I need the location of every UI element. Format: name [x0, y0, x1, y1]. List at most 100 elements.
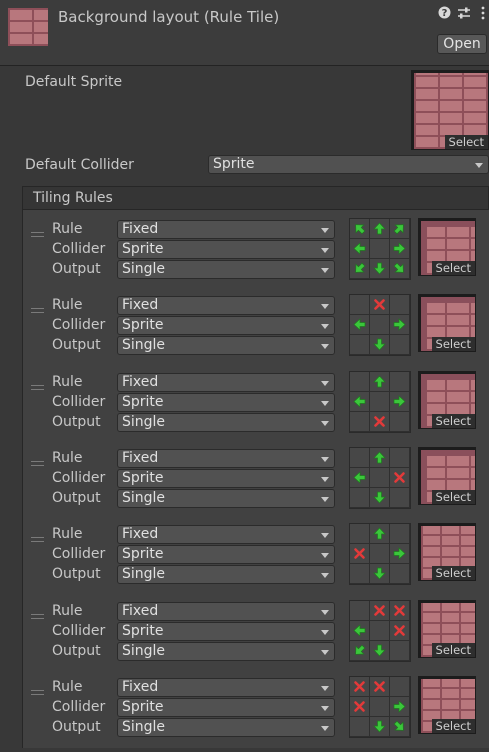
output-sprite-field[interactable]: Select — [418, 523, 476, 582]
collider-dropdown[interactable]: Sprite — [117, 545, 335, 565]
neighbor-cell[interactable] — [390, 544, 410, 565]
collider-dropdown[interactable]: Sprite — [117, 697, 335, 717]
neighbor-cell[interactable] — [350, 524, 370, 545]
select-label[interactable]: Select — [431, 337, 475, 352]
neighbor-cell[interactable] — [370, 335, 390, 356]
neighbor-cell[interactable] — [350, 239, 370, 259]
collider-dropdown[interactable]: Sprite — [117, 240, 335, 259]
neighbor-cell[interactable] — [390, 391, 410, 412]
neighbor-cell[interactable] — [390, 620, 410, 641]
neighbor-cell[interactable] — [370, 371, 390, 392]
neighbor-cell[interactable] — [350, 487, 370, 508]
neighbor-cell[interactable] — [350, 295, 370, 316]
neighbor-cell[interactable] — [350, 620, 370, 641]
neighbor-cell[interactable] — [390, 219, 410, 239]
neighbor-cell[interactable] — [350, 716, 370, 737]
neighbor-cell[interactable] — [390, 676, 410, 697]
output-sprite-field[interactable]: Select — [418, 446, 476, 505]
tiling-rules-header[interactable]: Tiling Rules — [22, 186, 489, 210]
drag-handle-icon[interactable] — [31, 613, 44, 619]
drag-handle-icon[interactable] — [31, 232, 44, 237]
neighbor-cell[interactable] — [370, 640, 390, 661]
drag-handle-icon[interactable] — [31, 460, 44, 466]
neighbor-cell[interactable] — [350, 259, 370, 279]
collider-dropdown[interactable]: Sprite — [117, 316, 335, 336]
default-collider-dropdown[interactable]: Sprite — [208, 155, 489, 174]
collider-dropdown[interactable]: Sprite — [117, 621, 335, 641]
drag-handle-icon[interactable] — [31, 308, 44, 314]
neighbor-cell[interactable] — [370, 716, 390, 737]
neighbor-cell[interactable] — [350, 315, 370, 336]
rule-dropdown[interactable]: Fixed — [117, 601, 335, 621]
collider-dropdown[interactable]: Sprite — [117, 468, 335, 488]
select-label[interactable]: Select — [431, 566, 475, 581]
neighbor-cell[interactable] — [350, 544, 370, 565]
output-sprite-field[interactable]: Select — [418, 370, 476, 429]
neighbor-cell[interactable] — [370, 295, 390, 316]
drag-handle-icon[interactable] — [31, 537, 44, 543]
rule-dropdown[interactable]: Fixed — [117, 525, 335, 545]
select-label[interactable]: Select — [431, 489, 475, 504]
rule-dropdown[interactable]: Fixed — [117, 296, 335, 316]
output-dropdown[interactable]: Single — [117, 412, 335, 432]
output-dropdown[interactable]: Single — [117, 488, 335, 508]
neighbor-cell[interactable] — [390, 600, 410, 621]
neighbor-cell[interactable] — [390, 295, 410, 316]
neighbor-cell[interactable] — [350, 640, 370, 661]
output-dropdown[interactable]: Single — [117, 641, 335, 661]
neighbor-cell[interactable] — [370, 564, 390, 585]
neighbor-cell[interactable] — [390, 524, 410, 545]
neighbor-cell[interactable] — [390, 716, 410, 737]
output-sprite-field[interactable]: Select — [418, 294, 476, 353]
output-sprite-field[interactable]: Select — [418, 218, 476, 276]
rule-dropdown[interactable]: Fixed — [117, 372, 335, 392]
select-label[interactable]: Select — [431, 642, 475, 657]
select-label[interactable]: Select — [444, 135, 488, 149]
select-label[interactable]: Select — [431, 261, 475, 275]
neighbor-cell[interactable] — [350, 696, 370, 717]
preset-sliders-icon[interactable] — [457, 6, 471, 24]
output-dropdown[interactable]: Single — [117, 336, 335, 356]
neighbor-cell[interactable] — [390, 564, 410, 585]
drag-handle-icon[interactable] — [31, 689, 44, 695]
neighbor-cell[interactable] — [350, 600, 370, 621]
help-icon[interactable]: ? — [438, 6, 451, 23]
neighbor-cell[interactable] — [370, 600, 390, 621]
neighbor-cell[interactable] — [350, 335, 370, 356]
select-label[interactable]: Select — [431, 413, 475, 428]
neighbor-cell[interactable] — [370, 219, 390, 239]
neighbor-cell[interactable] — [390, 411, 410, 432]
neighbor-cell[interactable] — [390, 487, 410, 508]
neighbor-cell[interactable] — [350, 676, 370, 697]
neighbor-cell[interactable] — [390, 447, 410, 468]
neighbor-cell[interactable] — [350, 219, 370, 239]
neighbor-cell[interactable] — [390, 315, 410, 336]
rule-dropdown[interactable]: Fixed — [117, 677, 335, 697]
open-button[interactable]: Open — [437, 34, 487, 54]
neighbor-cell[interactable] — [350, 564, 370, 585]
neighbor-cell[interactable] — [370, 524, 390, 545]
neighbor-cell[interactable] — [390, 335, 410, 356]
default-sprite-field[interactable]: Select — [411, 70, 489, 150]
drag-handle-icon[interactable] — [31, 384, 44, 390]
kebab-menu-icon[interactable] — [480, 6, 486, 24]
neighbor-cell[interactable] — [390, 239, 410, 259]
select-label[interactable]: Select — [431, 718, 475, 733]
neighbor-cell[interactable] — [350, 447, 370, 468]
neighbor-cell[interactable] — [390, 371, 410, 392]
neighbor-cell[interactable] — [370, 411, 390, 432]
neighbor-cell[interactable] — [350, 411, 370, 432]
neighbor-cell[interactable] — [350, 467, 370, 488]
neighbor-cell[interactable] — [350, 371, 370, 392]
rule-dropdown[interactable]: Fixed — [117, 448, 335, 468]
rule-dropdown[interactable]: Fixed — [117, 220, 335, 239]
collider-dropdown[interactable]: Sprite — [117, 392, 335, 412]
neighbor-cell[interactable] — [390, 640, 410, 661]
output-dropdown[interactable]: Single — [117, 260, 335, 279]
neighbor-cell[interactable] — [370, 487, 390, 508]
output-sprite-field[interactable]: Select — [418, 599, 476, 658]
neighbor-cell[interactable] — [390, 696, 410, 717]
neighbor-cell[interactable] — [390, 467, 410, 488]
neighbor-cell[interactable] — [370, 676, 390, 697]
output-sprite-field[interactable]: Select — [418, 675, 476, 734]
